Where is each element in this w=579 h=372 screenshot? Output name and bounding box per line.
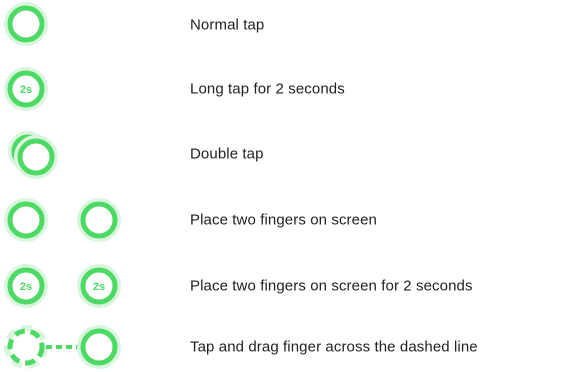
gesture-label: Double tap [190, 145, 264, 163]
gesture-label: Place two fingers on screen [190, 211, 377, 229]
gesture-row-normal-tap: Normal tap [0, 0, 579, 50]
long-tap-icon: 2s [4, 67, 48, 111]
duration-text: 2s [20, 281, 32, 293]
gesture-label: Long tap for 2 seconds [190, 80, 345, 98]
gesture-row-two-finger-tap: Place two fingers on screen [0, 195, 579, 245]
duration-text: 2s [20, 84, 32, 96]
gesture-row-two-finger-long-tap: 2s 2s Place two fingers on screen for 2 … [0, 261, 579, 311]
gesture-label: Tap and drag finger across the dashed li… [190, 338, 478, 356]
double-tap-icon [8, 131, 58, 179]
gesture-row-double-tap: Double tap [0, 129, 579, 179]
gesture-row-long-tap: 2s Long tap for 2 seconds [0, 64, 579, 114]
tap-and-drag-icon [4, 325, 121, 369]
gesture-label: Place two fingers on screen for 2 second… [190, 277, 473, 295]
duration-text: 2s [93, 281, 105, 293]
gesture-row-tap-and-drag: Tap and drag finger across the dashed li… [0, 322, 579, 372]
two-finger-long-tap-icon: 2s 2s [4, 264, 121, 308]
single-tap-icon [4, 2, 48, 46]
gesture-label: Normal tap [190, 16, 265, 34]
two-finger-tap-icon [4, 198, 121, 242]
